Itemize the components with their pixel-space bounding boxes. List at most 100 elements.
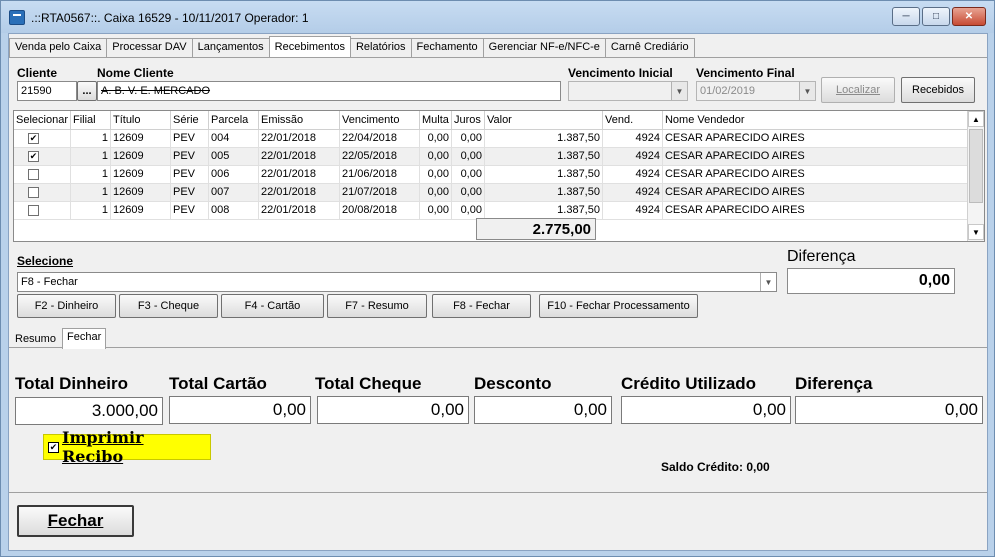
table-row[interactable]: 1 12609 PEV 007 22/01/2018 21/07/2018 0,… bbox=[14, 183, 977, 202]
multa-cell: 0,00 bbox=[419, 201, 452, 220]
vend-cell: 4924 bbox=[602, 201, 663, 220]
f4-cartao-button[interactable]: F4 - Cartão bbox=[221, 294, 324, 318]
tab-carne-crediario[interactable]: Carnê Crediário bbox=[604, 38, 695, 57]
table-header-row: Selecionar Filial Título Série Parcela E… bbox=[14, 111, 977, 130]
row-select-checkbox[interactable]: ✔ bbox=[28, 132, 39, 144]
search-cliente-button[interactable]: ... bbox=[77, 81, 97, 101]
total-dinheiro-label: Total Dinheiro bbox=[15, 374, 129, 393]
column-header[interactable]: Série bbox=[170, 111, 209, 130]
titulo-cell: 12609 bbox=[110, 147, 171, 166]
serie-cell: PEV bbox=[170, 147, 209, 166]
top-tab-bar: Venda pelo Caixa Processar DAV Lançament… bbox=[9, 36, 987, 58]
juros-cell: 0,00 bbox=[451, 147, 485, 166]
tab-venda-pelo-caixa[interactable]: Venda pelo Caixa bbox=[9, 38, 108, 57]
column-header[interactable]: Filial bbox=[70, 111, 111, 130]
vencimento-inicial-field[interactable] bbox=[568, 81, 688, 101]
chevron-down-icon[interactable]: ▼ bbox=[671, 82, 687, 100]
titulo-cell: 12609 bbox=[110, 183, 171, 202]
vendedor-cell: CESAR APARECIDO AIRES bbox=[662, 129, 977, 148]
footer-panel: Fechar bbox=[9, 492, 987, 550]
f10-fechar-processamento-button[interactable]: F10 - Fechar Processamento bbox=[539, 294, 698, 318]
column-header[interactable]: Parcela bbox=[208, 111, 259, 130]
fechar-button[interactable]: Fechar bbox=[17, 505, 134, 537]
localizar-button[interactable]: Localizar bbox=[821, 77, 895, 103]
juros-cell: 0,00 bbox=[451, 165, 485, 184]
selecione-combobox[interactable]: F8 - Fechar bbox=[17, 272, 777, 292]
titles-table: Selecionar Filial Título Série Parcela E… bbox=[14, 111, 977, 220]
vencimento-final-field[interactable]: 01/02/2019 bbox=[696, 81, 816, 101]
tab-resumo[interactable]: Resumo bbox=[11, 331, 60, 347]
juros-cell: 0,00 bbox=[451, 183, 485, 202]
column-header[interactable]: Valor bbox=[484, 111, 603, 130]
vencimento-cell: 22/05/2018 bbox=[339, 147, 420, 166]
table-row[interactable]: ✔ 1 12609 PEV 005 22/01/2018 22/05/2018 … bbox=[14, 147, 977, 166]
column-header[interactable]: Vencimento bbox=[339, 111, 420, 130]
total-cartao-field[interactable]: 0,00 bbox=[169, 396, 311, 424]
table-row[interactable]: ✔ 1 12609 PEV 004 22/01/2018 22/04/2018 … bbox=[14, 129, 977, 148]
column-header[interactable]: Selecionar bbox=[14, 111, 71, 130]
f7-resumo-button[interactable]: F7 - Resumo bbox=[327, 294, 427, 318]
scroll-down-icon[interactable]: ▼ bbox=[968, 224, 984, 240]
row-select-checkbox[interactable] bbox=[28, 186, 39, 198]
nome-cliente-field[interactable]: A. B. V. E. MERCADO bbox=[97, 81, 561, 101]
column-header[interactable]: Título bbox=[110, 111, 171, 130]
scroll-thumb[interactable] bbox=[969, 129, 983, 203]
valor-cell: 1.387,50 bbox=[484, 201, 603, 220]
cliente-field[interactable]: 21590 bbox=[17, 81, 77, 101]
row-select-checkbox[interactable] bbox=[28, 204, 39, 216]
scroll-up-icon[interactable]: ▲ bbox=[968, 111, 984, 127]
row-select-checkbox[interactable]: ✔ bbox=[28, 150, 39, 162]
chevron-down-icon[interactable]: ▼ bbox=[799, 82, 815, 100]
total-cartao-label: Total Cartão bbox=[169, 374, 267, 393]
cliente-label: Cliente bbox=[17, 66, 58, 80]
tab-recebimentos[interactable]: Recebimentos bbox=[268, 36, 351, 57]
grid-total-value: 2.775,00 bbox=[476, 218, 596, 240]
column-header[interactable]: Emissão bbox=[258, 111, 340, 130]
minimize-icon[interactable]: ─ bbox=[892, 7, 920, 26]
f2-dinheiro-button[interactable]: F2 - Dinheiro bbox=[17, 294, 116, 318]
table-row[interactable]: 1 12609 PEV 006 22/01/2018 21/06/2018 0,… bbox=[14, 165, 977, 184]
f3-cheque-button[interactable]: F3 - Cheque bbox=[119, 294, 218, 318]
column-header[interactable]: Juros bbox=[451, 111, 485, 130]
tab-fechamento[interactable]: Fechamento bbox=[410, 38, 484, 57]
total-dinheiro-field[interactable]: 3.000,00 bbox=[15, 397, 163, 425]
chevron-down-icon[interactable]: ▼ bbox=[760, 273, 776, 291]
row-select-checkbox[interactable] bbox=[28, 168, 39, 180]
saldo-credito-text: Saldo Crédito: 0,00 bbox=[661, 460, 770, 474]
tab-gerenciar-nfe[interactable]: Gerenciar NF-e/NFC-e bbox=[482, 38, 606, 57]
tab-fechar[interactable]: Fechar bbox=[62, 328, 107, 349]
tab-lancamentos[interactable]: Lançamentos bbox=[191, 38, 270, 57]
filial-cell: 1 bbox=[70, 147, 111, 166]
diferenca-field[interactable]: 0,00 bbox=[795, 396, 983, 424]
column-header[interactable]: Nome Vendedor bbox=[662, 111, 977, 130]
total-cheque-field[interactable]: 0,00 bbox=[317, 396, 469, 424]
app-window: .::RTA0567::. Caixa 16529 - 10/11/2017 O… bbox=[0, 0, 995, 557]
valor-cell: 1.387,50 bbox=[484, 183, 603, 202]
credito-utilizado-label: Crédito Utilizado bbox=[621, 374, 757, 393]
desconto-field[interactable]: 0,00 bbox=[474, 396, 612, 424]
vendedor-cell: CESAR APARECIDO AIRES bbox=[662, 201, 977, 220]
close-icon[interactable]: ✕ bbox=[952, 7, 986, 26]
multa-cell: 0,00 bbox=[419, 165, 452, 184]
vencimento-cell: 22/04/2018 bbox=[339, 129, 420, 148]
grid-scrollbar[interactable]: ▲ ▼ bbox=[967, 111, 984, 241]
diferenca-top-field[interactable]: 0,00 bbox=[787, 268, 955, 294]
column-header[interactable]: Multa bbox=[419, 111, 452, 130]
juros-cell: 0,00 bbox=[451, 129, 485, 148]
tab-relatorios[interactable]: Relatórios bbox=[349, 38, 412, 57]
valor-cell: 1.387,50 bbox=[484, 129, 603, 148]
emissao-cell: 22/01/2018 bbox=[258, 183, 340, 202]
imprimir-recibo-checkbox[interactable]: ✔ Imprimir Recibo bbox=[43, 428, 211, 466]
column-header[interactable]: Vend. bbox=[602, 111, 663, 130]
recebidos-button[interactable]: Recebidos bbox=[901, 77, 975, 103]
credito-utilizado-field[interactable]: 0,00 bbox=[621, 396, 791, 424]
tab-processar-dav[interactable]: Processar DAV bbox=[106, 38, 193, 57]
total-cheque-label: Total Cheque bbox=[315, 374, 422, 393]
multa-cell: 0,00 bbox=[419, 129, 452, 148]
table-row[interactable]: 1 12609 PEV 008 22/01/2018 20/08/2018 0,… bbox=[14, 201, 977, 220]
f8-fechar-button[interactable]: F8 - Fechar bbox=[432, 294, 531, 318]
maximize-icon[interactable]: □ bbox=[922, 7, 950, 26]
title-bar: .::RTA0567::. Caixa 16529 - 10/11/2017 O… bbox=[1, 1, 994, 33]
nome-cliente-label: Nome Cliente bbox=[97, 66, 174, 80]
filial-cell: 1 bbox=[70, 201, 111, 220]
